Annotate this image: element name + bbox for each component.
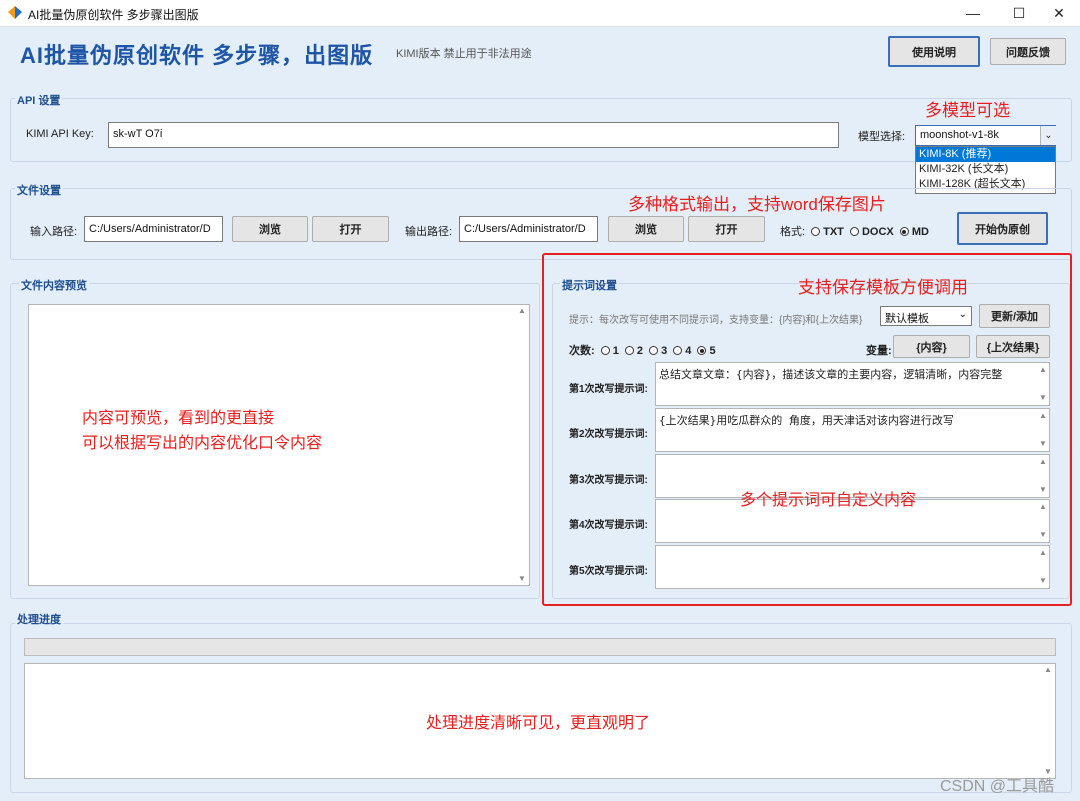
file-settings-label: 文件设置 [15, 182, 63, 198]
format-md-radio[interactable] [899, 227, 909, 236]
preview-label: 文件内容预览 [19, 277, 89, 293]
output-path-label: 输出路径: [405, 226, 453, 238]
output-open-button[interactable]: 打开 [688, 216, 765, 242]
api-key-input[interactable]: sk-wT O7i [108, 122, 839, 148]
app-subtitle: KIMI版本 禁止用于非法用途 [396, 48, 532, 60]
output-browse-button[interactable]: 浏览 [608, 216, 684, 242]
format-docx-radio[interactable] [849, 227, 859, 236]
manual-button[interactable]: 使用说明 [888, 36, 980, 67]
annotation-templates: 支持保存模板方便调用 [798, 278, 968, 297]
app-icon [8, 6, 22, 19]
log-scrollbar[interactable]: ▲ ▼ [1041, 664, 1055, 778]
api-key-label: KIMI API Key: [26, 128, 94, 140]
annotation-preview-line2: 可以根据写出的内容优化口令内容 [82, 435, 323, 452]
format-txt-radio[interactable] [811, 227, 821, 236]
model-select[interactable]: moonshot-v1-8k [915, 125, 1056, 146]
start-rewrite-button[interactable]: 开始伪原创 [957, 212, 1048, 245]
model-dropdown-list: KIMI-8K (推荐) KIMI-32K (长文本) KIMI-128K (超… [915, 146, 1056, 194]
annotation-prompts: 多个提示词可自定义内容 [740, 492, 917, 509]
format-radio-group: 格式: TXT DOCX MD [780, 223, 929, 239]
output-path-field[interactable]: C:/Users/Administrator/D [459, 216, 598, 242]
model-select-label: 模型选择: [858, 131, 906, 143]
close-button[interactable]: ✕ [1036, 0, 1080, 26]
feedback-button[interactable]: 问题反馈 [990, 38, 1066, 65]
input-path-field[interactable]: C:/Users/Administrator/D [84, 216, 223, 242]
format-docx-label: DOCX [861, 226, 894, 238]
annotation-preview-line1: 内容可预览，看到的更直接 [82, 410, 275, 427]
input-open-button[interactable]: 打开 [312, 216, 389, 242]
app-title: AI批量伪原创软件 多步骤，出图版 [20, 43, 374, 68]
input-browse-button[interactable]: 浏览 [232, 216, 308, 242]
format-txt-label: TXT [823, 226, 844, 238]
progress-label: 处理进度 [15, 611, 63, 627]
minimize-button[interactable]: — [950, 0, 996, 26]
chevron-down-icon[interactable]: ⌄ [1040, 126, 1056, 145]
api-settings-label: API 设置 [15, 92, 63, 108]
window-title: AI批量伪原创软件 多步骤出图版 [28, 8, 199, 22]
annotation-formats: 多种格式输出，支持word保存图片 [628, 195, 886, 214]
scroll-up-icon[interactable]: ▲ [1041, 664, 1055, 676]
model-option-8k[interactable]: KIMI-8K (推荐) [916, 147, 1055, 162]
progress-bar [24, 638, 1056, 656]
highlight-box [542, 253, 1072, 606]
scroll-up-icon[interactable]: ▲ [515, 305, 529, 317]
model-option-32k[interactable]: KIMI-32K (长文本) [916, 162, 1055, 177]
watermark: CSDN @工具酷 [940, 778, 1055, 795]
scroll-down-icon[interactable]: ▼ [515, 573, 529, 585]
input-path-label: 输入路径: [30, 226, 78, 238]
annotation-multi-model: 多模型可选 [925, 101, 1010, 120]
format-md-label: MD [911, 226, 929, 238]
format-label: 格式: [780, 226, 806, 238]
preview-scrollbar[interactable]: ▲ ▼ [515, 305, 529, 585]
annotation-progress: 处理进度清晰可见，更直观明了 [426, 715, 651, 732]
model-select-value: moonshot-v1-8k [920, 129, 999, 141]
